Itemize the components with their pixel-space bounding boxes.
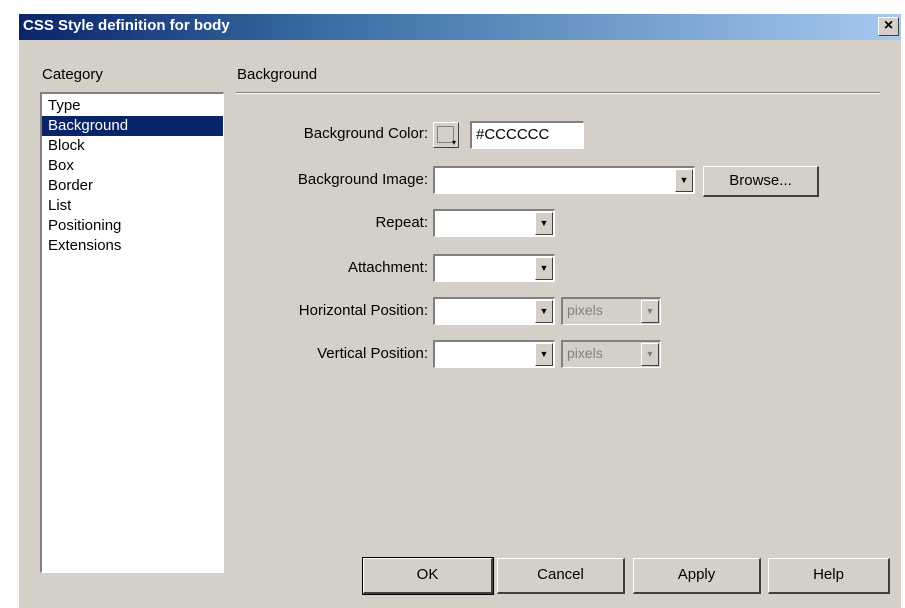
hpos-select[interactable]: ▼ [433,297,555,325]
close-button[interactable]: × [878,17,899,36]
bg-color-value: #CCCCCC [476,126,550,143]
category-item-positioning[interactable]: Positioning [42,216,223,236]
dialog-title: CSS Style definition for body [23,17,230,34]
hpos-dropdown-icon[interactable]: ▼ [535,300,553,323]
bg-image-label: Background Image: [297,171,428,188]
panel-title: Background [237,66,318,83]
bg-color-input[interactable]: #CCCCCC [470,121,584,149]
cancel-button[interactable]: Cancel [497,558,625,594]
hpos-label: Horizontal Position: [298,302,428,319]
apply-button[interactable]: Apply [633,558,761,594]
bg-image-input[interactable]: ▼ [433,166,695,194]
attachment-dropdown-icon[interactable]: ▼ [535,257,553,280]
vpos-unit-value: pixels [567,345,603,361]
category-item-extensions[interactable]: Extensions [42,236,223,256]
category-header: Category [42,66,103,83]
repeat-label: Repeat: [375,214,428,231]
category-item-background[interactable]: Background [42,116,223,136]
help-button[interactable]: Help [768,558,890,594]
vpos-select[interactable]: ▼ [433,340,555,368]
color-picker-button[interactable]: ▾ [433,122,459,148]
panel-separator [236,92,880,94]
category-item-box[interactable]: Box [42,156,223,176]
category-item-block[interactable]: Block [42,136,223,156]
repeat-dropdown-icon[interactable]: ▼ [535,212,553,235]
repeat-select[interactable]: ▼ [433,209,555,237]
category-item-list[interactable]: List [42,196,223,216]
close-icon: × [883,17,894,34]
category-item-type[interactable]: Type [42,96,223,116]
swatch-arrow-icon: ▾ [451,138,456,147]
category-list[interactable]: Type Background Block Box Border List Po… [40,92,224,573]
attachment-select[interactable]: ▼ [433,254,555,282]
category-item-border[interactable]: Border [42,176,223,196]
hpos-unit-dropdown-icon: ▼ [641,300,659,323]
attachment-label: Attachment: [347,259,428,276]
vpos-dropdown-icon[interactable]: ▼ [535,343,553,366]
vpos-unit-dropdown-icon: ▼ [641,343,659,366]
bg-image-dropdown-icon[interactable]: ▼ [675,169,693,192]
vpos-label: Vertical Position: [317,345,428,362]
vpos-unit-select: pixels ▼ [561,340,661,368]
bg-color-label: Background Color: [303,125,428,142]
hpos-unit-select: pixels ▼ [561,297,661,325]
ok-button[interactable]: OK [362,557,494,595]
browse-button[interactable]: Browse... [703,166,819,197]
hpos-unit-value: pixels [567,302,603,318]
title-bar: CSS Style definition for body × [19,14,901,40]
